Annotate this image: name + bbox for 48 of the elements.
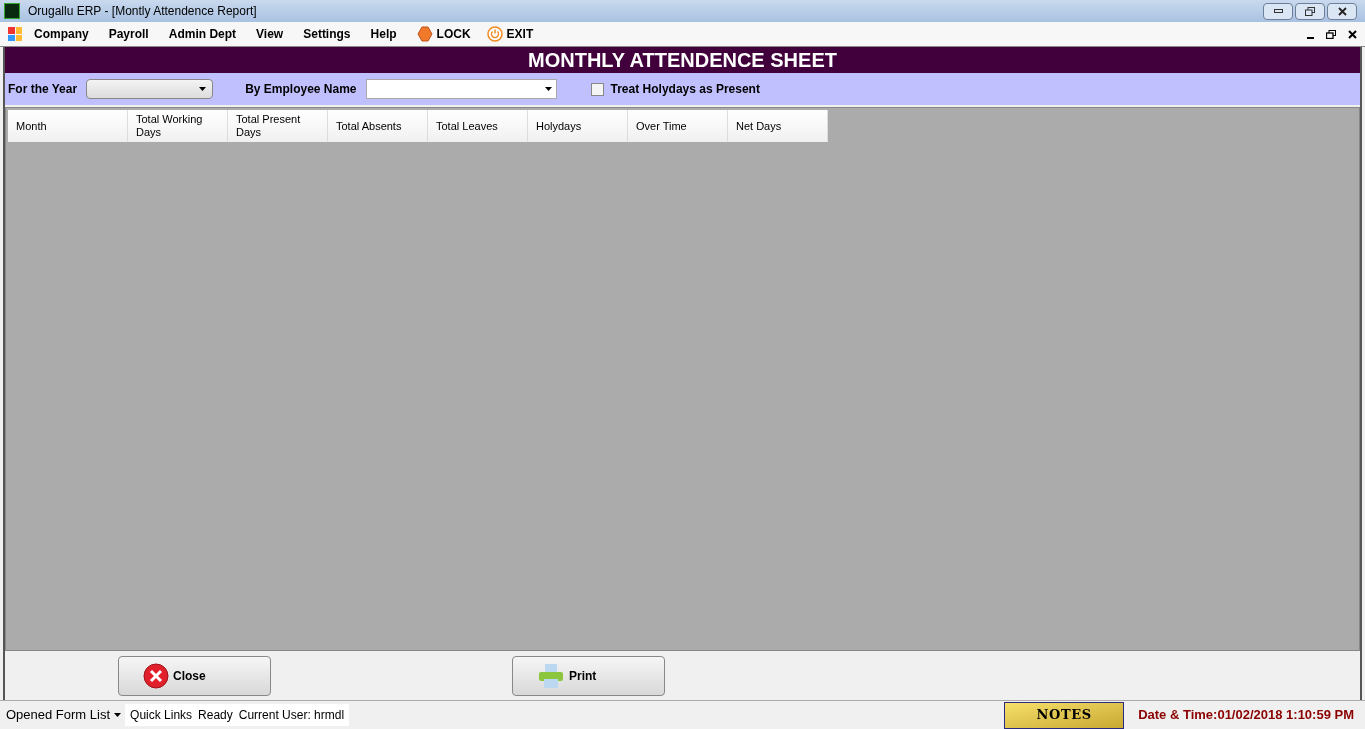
menu-item[interactable]: Payroll [108, 25, 149, 43]
year-dropdown[interactable] [86, 79, 214, 99]
year-label: For the Year [8, 81, 78, 98]
app-logo-icon [4, 3, 20, 19]
column-header[interactable]: Net Days [728, 110, 828, 142]
column-header[interactable]: Month [8, 110, 128, 142]
column-header[interactable]: Total Working Days [128, 110, 228, 142]
menu-item[interactable]: Settings [303, 25, 351, 43]
menu-item[interactable]: Help [370, 25, 397, 43]
minimize-icon [1273, 9, 1283, 13]
minimize-button[interactable] [1263, 2, 1293, 20]
windows-icon [8, 27, 22, 41]
power-icon [486, 26, 503, 42]
hexagon-icon [416, 26, 433, 42]
restore-icon [1305, 6, 1315, 16]
menu-item[interactable]: Company [34, 25, 89, 43]
close-window-button[interactable] [1327, 2, 1357, 20]
menu-item[interactable]: LOCK [416, 25, 471, 43]
sheet-header: MONTHLY ATTENDENCE SHEET [5, 47, 1360, 73]
column-header[interactable]: Total Absents [328, 110, 428, 142]
close-icon [143, 662, 169, 689]
column-header[interactable]: Total Leaves [428, 110, 528, 142]
column-header[interactable]: Holydays [528, 110, 628, 142]
date-time-text: Date & Time:01/02/2018 1:10:59 PM [1138, 706, 1354, 725]
caret-icon [544, 87, 552, 91]
employee-label: By Employee Name [245, 81, 357, 98]
mdi-close-button[interactable] [1348, 29, 1357, 39]
close-icon [1337, 6, 1347, 16]
menu-item[interactable]: Admin Dept [168, 25, 237, 43]
column-header[interactable]: Over Time [628, 110, 728, 142]
status-text: Ready [198, 707, 233, 724]
menu-item[interactable]: EXIT [486, 25, 534, 43]
opened-forms-dropdown[interactable]: Opened Form List [6, 705, 122, 725]
column-header[interactable]: Total Present Days [228, 110, 328, 142]
action-button[interactable]: Print [512, 655, 665, 696]
window-title: Orugallu ERP - [Montly Attendence Report] [28, 3, 258, 20]
quick-links-button[interactable]: Quick Links [130, 706, 193, 724]
printer-icon [537, 662, 565, 689]
current-user-text: Current User: hrmdl [238, 707, 345, 724]
action-button[interactable]: Close [118, 655, 271, 696]
menu-item[interactable]: View [256, 25, 284, 43]
holidays-checkbox[interactable] [590, 82, 604, 96]
mdi-restore-button[interactable] [1326, 29, 1336, 39]
caret-icon [199, 87, 207, 91]
restore-button[interactable] [1295, 2, 1325, 20]
caret-icon [114, 713, 122, 717]
notes-button[interactable]: NOTES [1004, 701, 1125, 729]
holidays-label: Treat Holydays as Present [610, 81, 760, 98]
